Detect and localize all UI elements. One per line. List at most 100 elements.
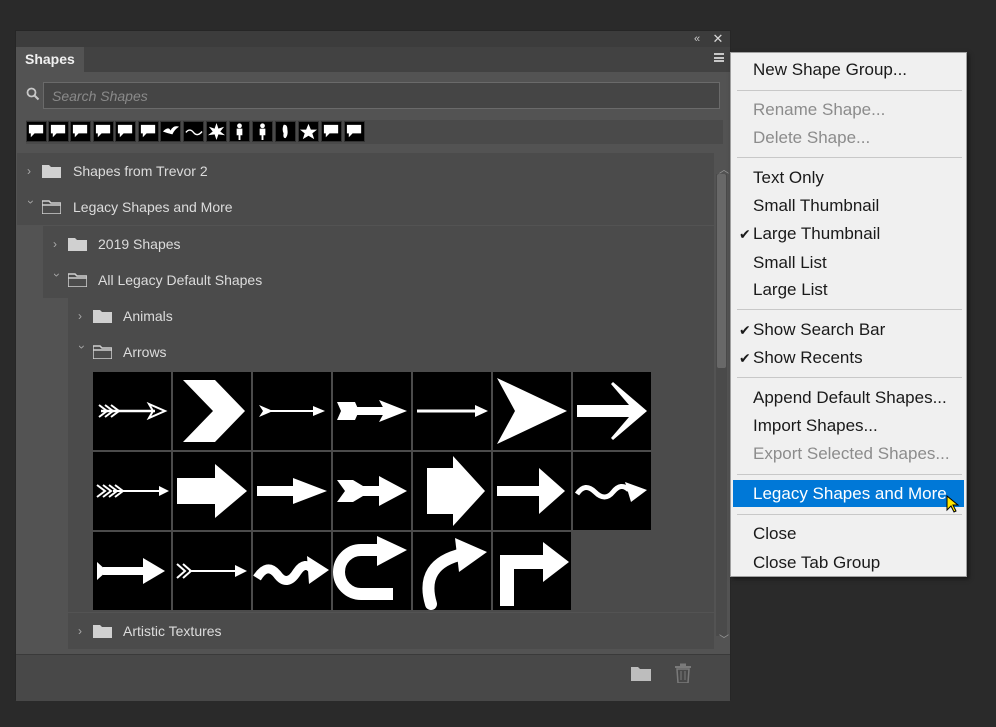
search-input[interactable]: Search Shapes [43, 82, 720, 109]
chevron-right-icon[interactable]: › [78, 310, 88, 322]
folder-icon [93, 310, 112, 323]
menu-item-legacy-shapes-and-more[interactable]: Legacy Shapes and More [753, 484, 947, 504]
scroll-down-icon[interactable]: ﹀ [719, 631, 729, 646]
arrow-shapes-grid [93, 372, 653, 612]
shape-thumb-simple-arrow[interactable] [93, 532, 171, 610]
tree-label: 2019 Shapes [98, 236, 181, 252]
menu-item-large-list[interactable]: Large List [753, 280, 828, 300]
chevron-right-icon[interactable]: › [53, 238, 63, 250]
recent-shape-speech-bubble[interactable] [93, 121, 114, 142]
chevron-down-icon[interactable]: › [50, 273, 64, 283]
recent-shape-wave[interactable] [183, 121, 204, 142]
recent-shape-bird[interactable] [160, 121, 181, 142]
menu-item-close[interactable]: Close [753, 524, 796, 544]
folder-icon [68, 238, 87, 251]
menu-item-delete-shape: Delete Shape... [753, 128, 871, 147]
tree-row-shapes-from-trevor[interactable]: › Shapes from Trevor 2 [17, 153, 714, 189]
shape-thumb-double-head-arrow[interactable] [333, 372, 411, 450]
shape-thumb-tapered-arrow[interactable] [253, 452, 331, 530]
menu-item-show-recents[interactable]: Show Recents [753, 348, 863, 368]
shape-thumb-u-turn-arrow[interactable] [333, 532, 411, 610]
recent-shape-speech-bubble[interactable] [70, 121, 91, 142]
shape-thumb-squiggle-arrow[interactable] [253, 532, 331, 610]
menu-item-rename-shape: Rename Shape... [753, 100, 886, 119]
chevron-down-icon[interactable]: › [75, 345, 89, 355]
menu-separator [737, 309, 962, 310]
open-folder-icon [93, 345, 112, 359]
shape-thumb-triangle-arrow[interactable] [493, 372, 571, 450]
shape-thumb-fletched-arrow[interactable] [93, 372, 171, 450]
tree-label: Shapes from Trevor 2 [73, 163, 208, 179]
recent-shape-speech-bubble[interactable] [115, 121, 136, 142]
recent-shape-speech-bubble[interactable] [26, 121, 47, 142]
recent-shape-speech-bubble[interactable] [138, 121, 159, 142]
shape-thumb-corner-arrow[interactable] [493, 532, 571, 610]
panel-flyout-menu: New Shape Group... Rename Shape... Delete … [730, 52, 967, 577]
close-panel-icon[interactable]: ✕ [711, 32, 725, 46]
shape-thumb-block-arrow-2[interactable] [493, 452, 571, 530]
tree-row-artistic-textures[interactable]: › Artistic Textures [68, 613, 714, 649]
menu-item-close-tab-group[interactable]: Close Tab Group [753, 553, 880, 573]
menu-item-large-thumbnail[interactable]: Large Thumbnail [753, 224, 880, 244]
chevron-right-icon[interactable]: › [78, 625, 88, 637]
shape-thumb-feathered-arrow[interactable] [93, 452, 171, 530]
menu-item-new-shape-group[interactable]: New Shape Group... [753, 60, 907, 80]
recent-shape-person[interactable] [229, 121, 250, 142]
menu-separator [737, 514, 962, 515]
scrollbar-thumb[interactable] [717, 174, 726, 368]
menu-separator [737, 157, 962, 158]
menu-separator [737, 90, 962, 91]
scroll-up-icon[interactable]: ︿ [719, 161, 729, 176]
shapes-panel: « ✕ Shapes Search Shapes › Shapes from T… [15, 30, 731, 701]
folder-icon [42, 165, 61, 178]
open-folder-icon [42, 200, 61, 214]
shape-thumb-curved-arrow[interactable] [413, 532, 491, 610]
menu-item-append-default-shapes[interactable]: Append Default Shapes... [753, 388, 947, 408]
folder-icon [93, 625, 112, 638]
tab-shapes[interactable]: Shapes [16, 47, 84, 72]
tree-row-legacy-shapes[interactable]: › Legacy Shapes and More [17, 189, 714, 225]
shape-thumb-line-arrow[interactable] [413, 372, 491, 450]
recent-shape-speech-bubble[interactable] [48, 121, 69, 142]
shape-thumb-fletched-thin-arrow[interactable] [173, 532, 251, 610]
shape-thumb-chevron[interactable] [173, 372, 251, 450]
recent-shape-speech-bubble[interactable] [344, 121, 365, 142]
panel-tab-bar: Shapes [16, 47, 730, 72]
tree-row-2019-shapes[interactable]: › 2019 Shapes [43, 226, 714, 262]
recent-shape-foot[interactable] [275, 121, 296, 142]
shape-thumb-thin-arrow[interactable] [253, 372, 331, 450]
menu-item-small-list[interactable]: Small List [753, 253, 827, 273]
tree-label: Arrows [123, 344, 167, 360]
checkmark-icon: ✔ [739, 226, 751, 242]
recent-shape-star[interactable] [298, 121, 319, 142]
tree-label: Animals [123, 308, 173, 324]
shape-thumb-block-arrow[interactable] [173, 452, 251, 530]
shape-thumb-pentagon-arrow[interactable] [413, 452, 491, 530]
checkmark-icon: ✔ [739, 322, 751, 338]
menu-item-show-search-bar[interactable]: Show Search Bar [753, 320, 885, 340]
menu-separator [737, 474, 962, 475]
shape-thumb-bold-arrow[interactable] [573, 372, 651, 450]
tree-label: All Legacy Default Shapes [98, 272, 263, 288]
recent-shape-person[interactable] [252, 121, 273, 142]
tree-row-all-legacy-default[interactable]: › All Legacy Default Shapes [43, 262, 714, 298]
tree-label: Artistic Textures [123, 623, 222, 639]
collapse-panel-icon[interactable]: « [690, 32, 704, 46]
trash-icon[interactable] [674, 663, 692, 683]
shape-thumb-notched-arrow[interactable] [333, 452, 411, 530]
menu-item-text-only[interactable]: Text Only [753, 168, 824, 188]
checkmark-icon: ✔ [739, 350, 751, 366]
chevron-right-icon[interactable]: › [27, 165, 37, 177]
tree-row-animals[interactable]: › Animals [68, 298, 714, 334]
panel-menu-icon[interactable] [714, 53, 724, 62]
chevron-down-icon[interactable]: › [24, 200, 38, 210]
menu-separator [737, 377, 962, 378]
recent-shape-burst[interactable] [206, 121, 227, 142]
menu-item-small-thumbnail[interactable]: Small Thumbnail [753, 196, 879, 216]
menu-item-import-shapes[interactable]: Import Shapes... [753, 416, 878, 436]
shape-thumb-wavy-arrow[interactable] [573, 452, 651, 530]
tree-row-arrows[interactable]: › Arrows [68, 334, 714, 370]
new-group-folder-icon[interactable] [631, 665, 651, 681]
recent-shape-speech-bubble[interactable] [321, 121, 342, 142]
panel-footer [16, 654, 730, 701]
